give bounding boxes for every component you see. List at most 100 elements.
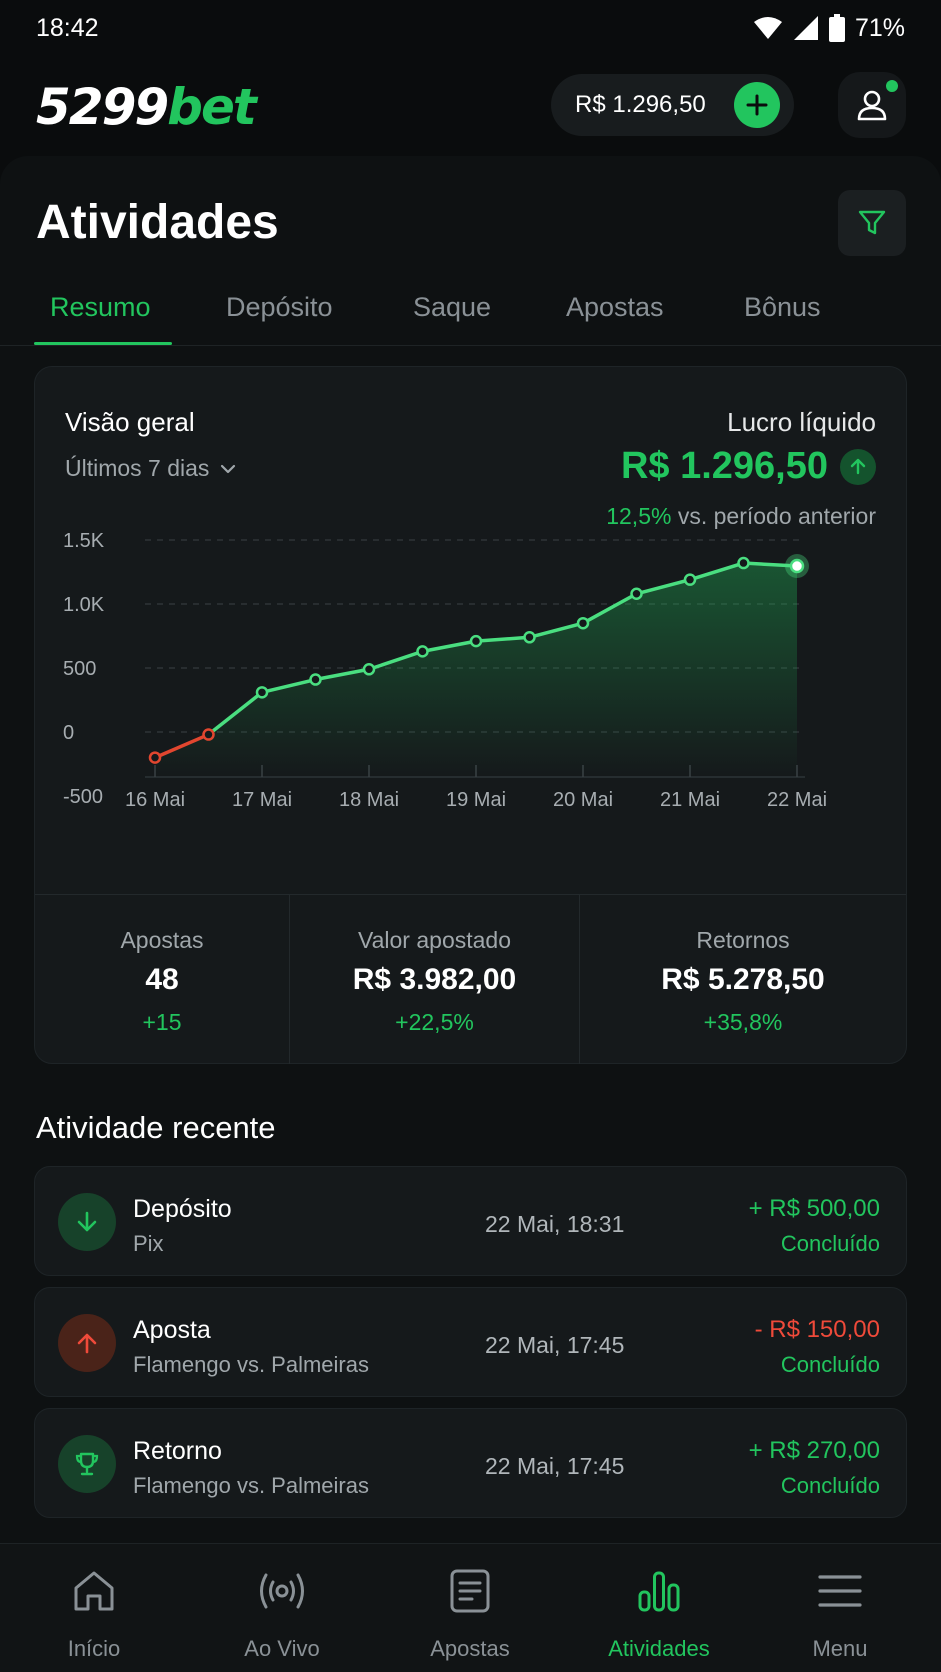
logo-number: 5299: [36, 78, 169, 136]
data-point[interactable]: [630, 587, 643, 601]
data-point[interactable]: [148, 751, 162, 764]
activity-item-retorno[interactable]: Retorno Flamengo vs. Palmeiras 22 Mai, 1…: [34, 1408, 907, 1518]
stat-label: Apostas: [120, 927, 204, 953]
nav-menu[interactable]: Menu: [746, 1544, 934, 1672]
nav-label: Início: [67, 1636, 121, 1661]
tab-saque[interactable]: Saque: [413, 292, 491, 323]
live-icon: [260, 1573, 304, 1609]
data-point[interactable]: [469, 634, 483, 648]
stat-delta: +22,5%: [395, 1009, 474, 1035]
nav-inicio[interactable]: Início: [0, 1544, 188, 1672]
wifi-icon: [753, 17, 782, 39]
page-title: Atividades: [36, 196, 279, 249]
activity-amount: - R$ 150,00: [754, 1316, 880, 1343]
activity-title: Retorno: [133, 1437, 222, 1465]
activity-date: 22 Mai, 17:45: [485, 1332, 625, 1358]
activity-status: Concluído: [780, 1352, 880, 1377]
y-tick-label: 0: [63, 722, 74, 744]
x-tick-label: 17 Mai: [232, 789, 292, 811]
activity-date: 22 Mai, 18:31: [485, 1211, 625, 1237]
status-icons: 71%: [753, 14, 905, 43]
tab-resumo[interactable]: Resumo: [50, 292, 151, 323]
data-point[interactable]: [737, 556, 750, 570]
activity-subtitle: Pix: [133, 1231, 164, 1256]
profit-area: [155, 563, 797, 777]
deposit-add-button[interactable]: [734, 82, 780, 128]
stat-label: Valor apostado: [357, 927, 511, 953]
stat-delta: +15: [142, 1009, 182, 1035]
nav-label: Apostas: [430, 1636, 510, 1661]
data-point[interactable]: [202, 728, 215, 741]
nav-label: Atividades: [608, 1636, 710, 1661]
app-header: 5299bet R$ 1.296,50: [0, 66, 941, 146]
data-point[interactable]: [789, 558, 805, 574]
filter-button[interactable]: [838, 190, 906, 256]
data-point[interactable]: [683, 573, 697, 586]
y-tick-label: -500: [63, 786, 103, 808]
stats-row: Apostas 48 +15 Valor apostado R$ 3.982,0…: [35, 894, 906, 1064]
x-tick-label: 22 Mai: [767, 789, 827, 811]
stat-delta: +35,8%: [703, 1009, 783, 1035]
x-tick-label: 21 Mai: [660, 789, 720, 811]
activity-item-deposito[interactable]: Depósito Pix 22 Mai, 18:31 + R$ 500,00 C…: [34, 1166, 907, 1276]
data-point[interactable]: [362, 663, 376, 676]
nav-atividades[interactable]: Atividades: [565, 1544, 753, 1672]
profit-chart: 1.5K 1.0K 500 0 -500 16 Mai 17 Mai 18 Mai 19 Mai…: [63, 530, 827, 811]
tab-apostas[interactable]: Apostas: [566, 292, 664, 323]
brand-logo[interactable]: 5299bet: [36, 78, 257, 136]
filter-icon: [858, 210, 886, 235]
bar-chart-icon: [638, 1571, 680, 1612]
activity-subtitle: Flamengo vs. Palmeiras: [133, 1473, 369, 1498]
data-point[interactable]: [523, 631, 536, 644]
stat-label: Retornos: [696, 927, 790, 953]
x-tick-label: 20 Mai: [553, 789, 613, 811]
logo-suffix: bet: [167, 78, 257, 136]
activity-title: Depósito: [133, 1195, 232, 1223]
activity-amount: + R$ 500,00: [748, 1195, 880, 1222]
bottom-nav: Início Ao Vivo Apostas Atividades Menu: [0, 1543, 941, 1672]
y-tick-label: 1.5K: [63, 530, 105, 552]
nav-ao-vivo[interactable]: Ao Vivo: [188, 1544, 376, 1672]
x-tick-label: 18 Mai: [339, 789, 399, 811]
stat-value: R$ 3.982,00: [352, 963, 517, 996]
profile-button[interactable]: [838, 72, 906, 138]
overview-card: Visão geral Últimos 7 dias Lucro líquido…: [34, 366, 907, 1064]
arrow-down-icon: [58, 1193, 116, 1251]
trophy-icon: [58, 1435, 116, 1493]
nav-label: Menu: [812, 1636, 868, 1661]
status-bar: 18:42 71%: [0, 0, 941, 56]
recent-activity-title: Atividade recente: [36, 1110, 276, 1145]
notification-dot: [886, 80, 898, 92]
stat-value: R$ 5.278,50: [661, 963, 825, 996]
battery-icon: [828, 14, 845, 42]
stat-valor-apostado: Valor apostado R$ 3.982,00 +22,5%: [289, 895, 579, 1064]
activity-tabs: Resumo Depósito Saque Apostas Bônus: [0, 280, 941, 346]
nav-label: Ao Vivo: [244, 1636, 320, 1661]
active-tab-indicator: [34, 342, 172, 345]
data-point[interactable]: [309, 673, 322, 686]
tab-deposito[interactable]: Depósito: [226, 292, 333, 323]
status-time: 18:42: [36, 13, 99, 42]
x-tick-label: 16 Mai: [125, 789, 185, 811]
battery-level: 71%: [854, 13, 905, 42]
data-point[interactable]: [576, 616, 590, 630]
menu-icon: [818, 1575, 862, 1607]
tab-bonus[interactable]: Bônus: [744, 292, 821, 323]
stat-apostas: Apostas 48 +15: [35, 895, 289, 1064]
data-point[interactable]: [255, 686, 269, 699]
y-tick-label: 1.0K: [63, 594, 105, 616]
balance-pill[interactable]: R$ 1.296,50: [551, 74, 794, 136]
user-icon: [857, 90, 887, 121]
plus-icon: [746, 94, 768, 116]
activity-status: Concluído: [780, 1231, 880, 1256]
activity-amount: + R$ 270,00: [748, 1437, 880, 1464]
balance-value: R$ 1.296,50: [575, 91, 706, 118]
nav-apostas[interactable]: Apostas: [376, 1544, 564, 1672]
data-point[interactable]: [416, 645, 429, 658]
stat-retornos: Retornos R$ 5.278,50 +35,8%: [579, 895, 906, 1064]
y-tick-label: 500: [63, 658, 96, 680]
stat-value: 48: [145, 963, 179, 996]
activity-item-aposta[interactable]: Aposta Flamengo vs. Palmeiras 22 Mai, 17…: [34, 1287, 907, 1397]
x-tick-label: 19 Mai: [446, 789, 506, 811]
arrow-up-icon: [58, 1314, 116, 1372]
